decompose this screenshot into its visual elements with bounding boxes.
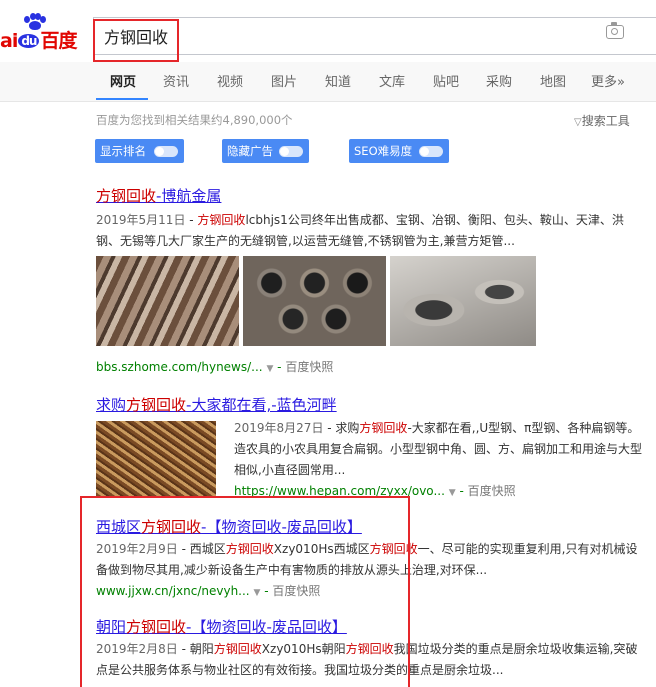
result-snippet: 2019年5月11日 - 方钢回收lcbhjs1公司终年出售成都、宝钢、冶钢、衡… [96, 213, 624, 248]
toggle-switch[interactable] [154, 146, 178, 157]
dropdown-arrow-icon[interactable]: ▼ [266, 364, 273, 374]
tab-wenku[interactable]: 文库 [379, 71, 405, 90]
toggle-switch[interactable] [279, 146, 303, 157]
search-tools-button[interactable]: ▽搜索工具 [574, 112, 630, 129]
cache-link[interactable]: 百度快照 [468, 484, 516, 498]
baidu-logo[interactable]: ai du 百度 [0, 13, 90, 52]
result-image[interactable] [243, 256, 386, 346]
tabs-bar: 网页 资讯 视频 图片 知道 文库 贴吧 采购 地图 更多» [0, 62, 656, 102]
tab-map[interactable]: 地图 [540, 71, 566, 90]
result-snippet: 2019年8月27日 - 求购方钢回收-大家都在看,,U型钢、π型钢、各种扁钢等… [234, 421, 643, 477]
chip-seo-difficulty[interactable]: SEO难易度 [349, 139, 449, 163]
annotation-box-search [93, 19, 179, 62]
camera-icon[interactable] [606, 22, 624, 39]
tab-news[interactable]: 资讯 [163, 71, 189, 90]
chip-show-rank[interactable]: 显示排名 [95, 139, 184, 163]
cache-link[interactable]: 百度快照 [285, 360, 333, 374]
result-title[interactable]: 方钢回收-博航金属 [96, 185, 221, 206]
result-url[interactable]: bbs.szhome.com/hynews/... ▼ - 百度快照 [96, 358, 333, 375]
result-image[interactable] [96, 256, 239, 346]
chip-hide-ads[interactable]: 隐藏广告 [222, 139, 309, 163]
tab-images[interactable]: 图片 [271, 71, 297, 90]
result-stats: 百度为您找到相关结果约4,890,000个 [96, 113, 293, 127]
toggle-switch[interactable] [419, 146, 443, 157]
tab-zhidao[interactable]: 知道 [325, 71, 351, 90]
dropdown-arrow-icon[interactable]: ▼ [449, 488, 456, 498]
tab-caigou[interactable]: 采购 [486, 71, 512, 90]
active-tab-indicator [96, 98, 148, 100]
result-title[interactable]: 求购方钢回收-大家都在看,-蓝色河畔 [96, 394, 337, 415]
tab-tieba[interactable]: 贴吧 [433, 71, 459, 90]
tab-video[interactable]: 视频 [217, 71, 243, 90]
tab-more[interactable]: 更多» [591, 71, 625, 90]
annotation-box-results [80, 496, 410, 687]
tab-web[interactable]: 网页 [110, 71, 136, 90]
result-image[interactable] [96, 421, 216, 496]
filter-icon: ▽ [574, 117, 582, 128]
result-image[interactable] [390, 256, 536, 346]
